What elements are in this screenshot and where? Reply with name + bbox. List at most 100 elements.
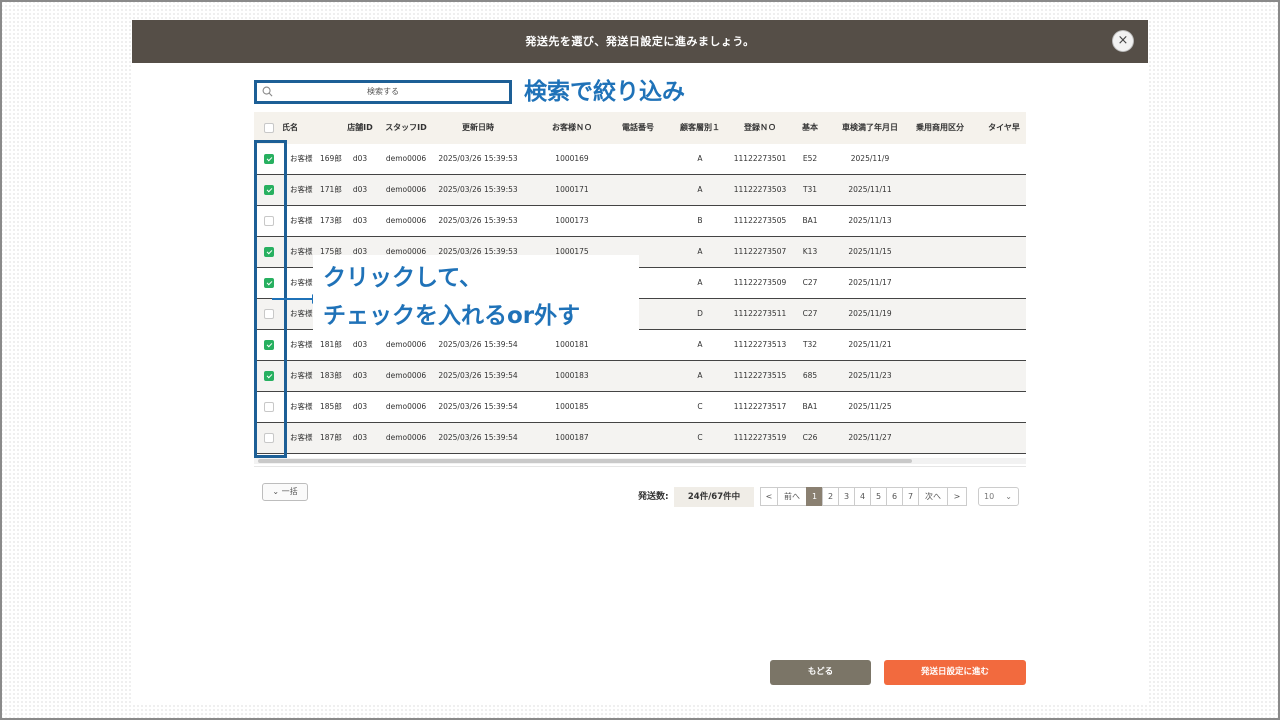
table-row[interactable]: お客様 185郎 d03 demo0006 2025/03/26 15:39:54 10… [254, 392, 1026, 423]
cell-staff: demo0006 [385, 402, 427, 411]
cell-basic: 685 [802, 371, 818, 380]
cell-updated: 2025/03/26 15:39:54 [438, 371, 518, 380]
modal-header: 発送先を選び、発送日設定に進みましょう。 × [132, 20, 1148, 63]
search-placeholder: 検索する [367, 87, 399, 96]
send-count-value: 24件/67件中 [674, 487, 754, 507]
callout-line-2: チェックを入れるor外す [323, 303, 581, 329]
page-size-value: 10 [984, 492, 995, 501]
table-row[interactable]: お客様 183郎 d03 demo0006 2025/03/26 15:39:54 10… [254, 361, 1026, 392]
cell-basic: T31 [802, 185, 818, 194]
cell-reg_no: 11122273507 [733, 247, 787, 256]
cell-basic: E52 [802, 154, 818, 163]
cell-updated: 2025/03/26 15:39:53 [438, 216, 518, 225]
cell-reg_no: 11122273503 [733, 185, 787, 194]
scrollbar-thumb[interactable] [258, 459, 912, 463]
back-button[interactable]: もどる [770, 660, 871, 685]
page-3-button[interactable]: 3 [838, 487, 855, 506]
cell-reg_no: 11122273515 [733, 371, 787, 380]
cell-reg_no: 11122273517 [733, 402, 787, 411]
prev-page-button[interactable]: 前へ [777, 487, 807, 506]
cell-inspection: 2025/11/11 [848, 185, 892, 194]
cell-segment: A [697, 371, 703, 380]
cell-inspection: 2025/11/9 [850, 154, 890, 163]
annotation-callout: クリックして、 チェックを入れるor外す [313, 255, 639, 339]
column-header: タイヤ早 [988, 123, 1020, 132]
callout-line-1: クリックして、 [323, 265, 483, 291]
cell-basic: C27 [802, 278, 818, 287]
cell-staff: demo0006 [385, 216, 427, 225]
next-page-button[interactable]: 次へ [918, 487, 948, 506]
cell-cust_no: 1000183 [555, 371, 589, 380]
last-page-button[interactable]: > [947, 487, 967, 506]
cell-segment: C [697, 402, 703, 411]
page-1-button[interactable]: 1 [806, 487, 823, 506]
cell-reg_no: 11122273513 [733, 340, 787, 349]
cell-cust_no: 1000173 [555, 216, 589, 225]
bulk-action-button[interactable]: ⌄ 一括 [262, 483, 308, 501]
cell-inspection: 2025/11/23 [848, 371, 892, 380]
annotation-search-note: 検索で絞り込み [524, 79, 685, 105]
chevron-down-icon: ⌄ [272, 487, 280, 496]
proceed-to-date-button[interactable]: 発送日設定に進む [884, 660, 1026, 685]
table-header: 氏名 店舗ID スタッフID 更新日時 お客様ＮＯ 電話番号 顧客層別１ 登録ＮＯ 基本 車検満了… [254, 112, 1026, 145]
cell-phone [618, 423, 658, 453]
cell-basic: BA1 [802, 216, 818, 225]
column-header: お客様ＮＯ [552, 123, 592, 132]
page-2-button[interactable]: 2 [822, 487, 839, 506]
column-header: 車検満了年月日 [842, 123, 898, 132]
column-header: スタッフID [385, 123, 427, 132]
close-button[interactable]: × [1113, 31, 1133, 51]
column-header: 顧客層別１ [680, 123, 720, 132]
page-7-button[interactable]: 7 [902, 487, 919, 506]
column-header: 電話番号 [622, 123, 654, 132]
cell-inspection: 2025/11/19 [848, 309, 892, 318]
cell-updated: 2025/03/26 15:39:53 [438, 185, 518, 194]
cell-reg_no: 11122273501 [733, 154, 787, 163]
cell-basic: T32 [802, 340, 818, 349]
cell-inspection: 2025/11/13 [848, 216, 892, 225]
page-4-button[interactable]: 4 [854, 487, 871, 506]
cell-segment: B [697, 216, 703, 225]
cell-staff: demo0006 [385, 154, 427, 163]
table-row[interactable]: お客様 169郎 d03 demo0006 2025/03/26 15:39:53 10… [254, 144, 1026, 175]
search-input[interactable]: 検索する [254, 80, 512, 104]
first-page-button[interactable]: < [760, 487, 778, 506]
cell-segment: A [697, 154, 703, 163]
arrow-line [272, 298, 314, 300]
cell-staff: demo0006 [385, 185, 427, 194]
cell-basic: BA1 [802, 402, 818, 411]
close-icon: × [1117, 33, 1129, 48]
page-5-button[interactable]: 5 [870, 487, 887, 506]
cell-reg_no: 11122273511 [733, 309, 787, 318]
page-size-select[interactable]: 10 ⌄ [978, 487, 1019, 506]
cell-phone [618, 361, 658, 391]
cell-segment: A [697, 340, 703, 349]
cell-updated: 2025/03/26 15:39:53 [438, 154, 518, 163]
cell-inspection: 2025/11/15 [848, 247, 892, 256]
table-row[interactable]: お客様 171郎 d03 demo0006 2025/03/26 15:39:53 10… [254, 175, 1026, 206]
cell-segment: A [697, 185, 703, 194]
column-header: 更新日時 [462, 123, 494, 132]
table-row[interactable]: お客様 173郎 d03 demo0006 2025/03/26 15:39:53 10… [254, 206, 1026, 237]
cell-basic: K13 [802, 247, 818, 256]
cell-inspection: 2025/11/17 [848, 278, 892, 287]
modal-title: 発送先を選び、発送日設定に進みましょう。 [525, 35, 755, 48]
cell-staff: demo0006 [385, 433, 427, 442]
cell-segment: A [697, 247, 703, 256]
cell-phone [618, 144, 658, 174]
cell-updated: 2025/03/26 15:39:54 [438, 433, 518, 442]
cell-updated: 2025/03/26 15:39:54 [438, 402, 518, 411]
column-header: 乗用商用区分 [916, 123, 964, 132]
cell-segment: C [697, 433, 703, 442]
cell-cust_no: 1000171 [555, 185, 589, 194]
page-6-button[interactable]: 6 [886, 487, 903, 506]
cell-inspection: 2025/11/25 [848, 402, 892, 411]
cell-basic: C27 [802, 309, 818, 318]
bulk-label: 一括 [281, 487, 298, 496]
send-count-label: 発送数: [638, 492, 669, 502]
cell-reg_no: 11122273505 [733, 216, 787, 225]
column-header: 基本 [802, 123, 818, 132]
table-row[interactable]: お客様 187郎 d03 demo0006 2025/03/26 15:39:54 10… [254, 423, 1026, 454]
chevron-down-icon: ⌄ [1005, 492, 1012, 501]
cell-segment: A [697, 278, 703, 287]
